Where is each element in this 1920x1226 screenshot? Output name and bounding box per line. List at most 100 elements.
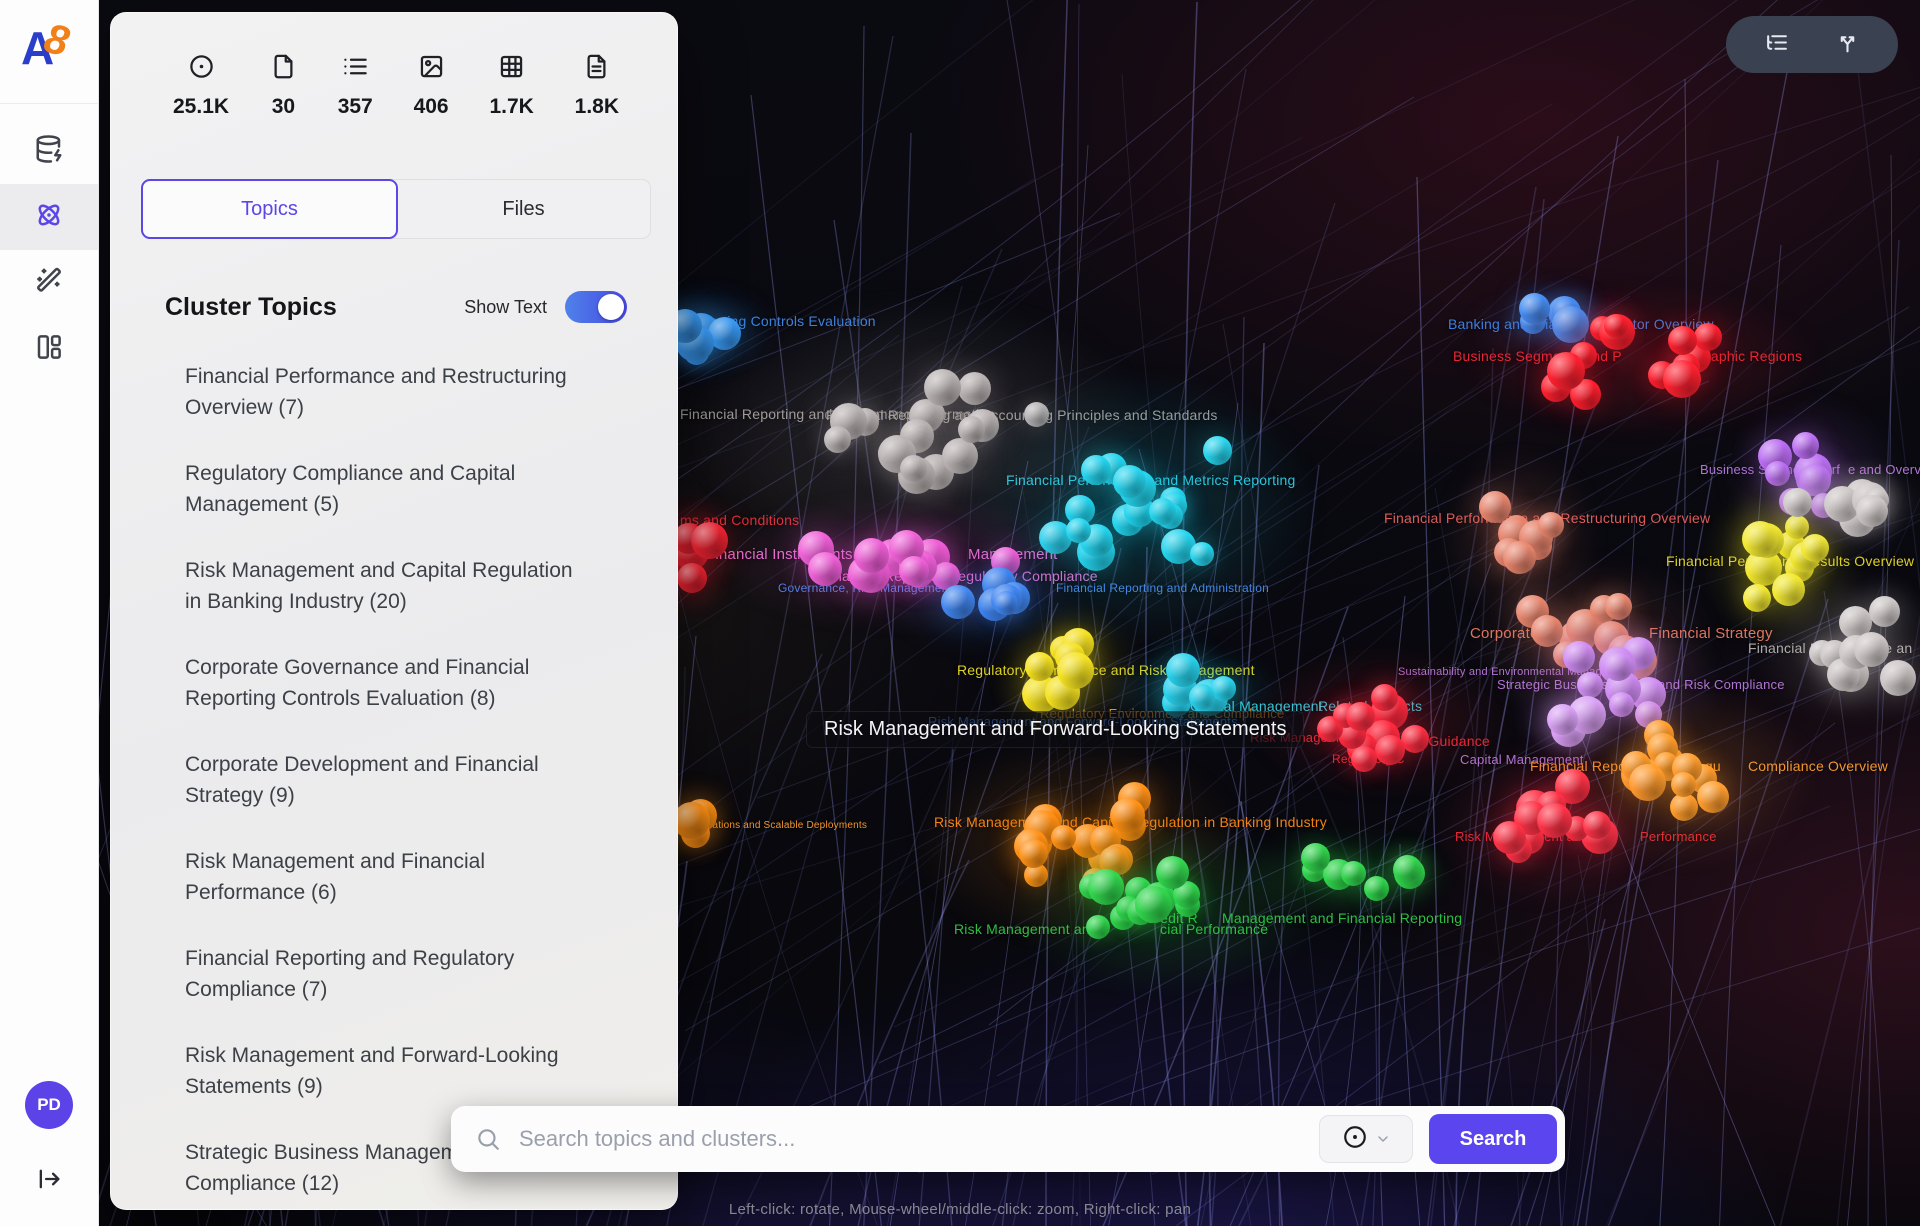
cluster-dot[interactable]	[824, 426, 851, 453]
cluster-dot[interactable]	[1364, 876, 1389, 901]
topic-list-item[interactable]: Risk Management and Forward-Looking Stat…	[185, 1040, 575, 1102]
cluster-dot[interactable]	[899, 556, 929, 586]
cluster-dot[interactable]	[900, 455, 927, 482]
cluster-topics-header: Cluster Topics Show Text	[165, 291, 627, 323]
cluster-dot[interactable]	[1401, 725, 1429, 753]
cluster-dot[interactable]	[1479, 491, 1511, 523]
cluster-dot[interactable]	[1051, 825, 1076, 850]
tab-files[interactable]: Files	[397, 180, 650, 238]
cluster-dot[interactable]	[1113, 465, 1146, 498]
cluster-dot[interactable]	[1519, 293, 1550, 324]
topic-list-item[interactable]: Financial Performance and Restructuring …	[185, 361, 575, 423]
split-branch-icon[interactable]	[1835, 30, 1860, 60]
cluster-dot[interactable]	[1346, 702, 1375, 731]
tab-topics[interactable]: Topics	[141, 179, 398, 239]
cluster-dot[interactable]	[1066, 518, 1091, 543]
cluster-dot[interactable]	[1371, 684, 1398, 711]
cluster-dot[interactable]	[677, 563, 707, 593]
cluster-dot[interactable]	[1351, 746, 1377, 772]
cluster-dot[interactable]	[808, 552, 842, 586]
app-logo[interactable]: A 8	[0, 0, 98, 104]
show-text-toggle[interactable]	[565, 291, 627, 323]
sidebar-item-data-sources[interactable]	[0, 118, 98, 184]
cluster-dot[interactable]	[1671, 772, 1696, 797]
cluster-dot[interactable]	[854, 538, 889, 573]
cluster-dot[interactable]	[1743, 584, 1771, 612]
cluster-dot[interactable]	[673, 802, 710, 839]
cluster-dot[interactable]	[941, 585, 975, 619]
list-tree-icon[interactable]	[1764, 30, 1789, 60]
sidebar-item-clusters[interactable]	[0, 184, 98, 250]
cluster-dot[interactable]	[1086, 915, 1110, 939]
cluster-dot[interactable]	[1609, 692, 1634, 717]
cluster-dot[interactable]	[1869, 596, 1900, 627]
cluster-dot[interactable]	[1668, 326, 1697, 355]
cluster-dot[interactable]	[1203, 436, 1232, 465]
topic-list-item[interactable]: Regulatory Compliance and Capital Manage…	[185, 458, 575, 520]
cluster-dot[interactable]	[1019, 839, 1048, 868]
cluster-dot[interactable]	[958, 416, 985, 443]
search-scope-dropdown[interactable]	[1319, 1115, 1413, 1163]
cluster-dot[interactable]	[1772, 573, 1805, 606]
cluster-dot[interactable]	[1663, 360, 1701, 398]
topic-list-item[interactable]: Risk Management and Capital Regulation i…	[185, 555, 575, 617]
cluster-dot[interactable]	[1166, 653, 1200, 687]
cluster-dot[interactable]	[1057, 652, 1094, 689]
cluster-dot[interactable]	[1785, 515, 1809, 539]
cluster-dot[interactable]	[958, 372, 991, 405]
stat-value: 406	[414, 95, 449, 119]
cluster-dot[interactable]	[1375, 735, 1405, 765]
cluster-dot[interactable]	[1856, 495, 1888, 527]
cluster-dot[interactable]	[1801, 534, 1829, 562]
cluster-dot[interactable]	[1880, 660, 1916, 696]
cluster-dot[interactable]	[1604, 314, 1628, 338]
cluster-dot[interactable]	[1563, 641, 1595, 673]
cluster-dot[interactable]	[1081, 455, 1111, 485]
cluster-dot[interactable]	[1149, 498, 1176, 525]
cluster-dot[interactable]	[942, 438, 978, 474]
topic-list-item[interactable]: Corporate Development and Financial Stra…	[185, 749, 575, 811]
cluster-dot[interactable]	[1765, 461, 1790, 486]
cluster-dot[interactable]	[924, 369, 961, 406]
cluster-dot[interactable]	[1135, 886, 1172, 923]
cluster-dot[interactable]	[1783, 488, 1812, 517]
cluster-dot[interactable]	[1552, 306, 1589, 343]
cluster-dot[interactable]	[1341, 861, 1366, 886]
cluster-dot[interactable]	[1670, 793, 1698, 821]
cluster-dot[interactable]	[1577, 672, 1603, 698]
cluster-dot[interactable]	[1629, 764, 1666, 801]
cluster-dot[interactable]	[1156, 856, 1189, 889]
cluster-dot[interactable]	[1024, 402, 1049, 427]
search-button[interactable]: Search	[1429, 1114, 1557, 1164]
cluster-dot[interactable]	[1583, 811, 1611, 839]
cluster-dot[interactable]	[1742, 521, 1778, 557]
cluster-dot[interactable]	[1694, 323, 1722, 351]
cluster-dot[interactable]	[1088, 869, 1124, 905]
cluster-dot[interactable]	[1547, 352, 1585, 390]
topic-list-item[interactable]: Risk Management and Financial Performanc…	[185, 846, 575, 908]
cluster-dot[interactable]	[1025, 652, 1054, 681]
cluster-dot[interactable]	[1538, 512, 1564, 538]
cluster-dot[interactable]	[1697, 781, 1729, 813]
cluster-dot[interactable]	[1301, 843, 1330, 872]
search-input[interactable]	[517, 1125, 1303, 1153]
cluster-dot[interactable]	[1603, 651, 1633, 681]
cluster-dot[interactable]	[994, 591, 1018, 615]
cluster-dot[interactable]	[1854, 632, 1889, 667]
cluster-dot[interactable]	[1493, 821, 1526, 854]
cluster-dot[interactable]	[1190, 542, 1214, 566]
cluster-dot[interactable]	[1537, 803, 1572, 838]
cluster-dot[interactable]	[1547, 704, 1578, 735]
cluster-dot[interactable]	[1189, 684, 1215, 710]
sidebar-item-dashboard[interactable]	[0, 316, 98, 382]
avatar[interactable]: PD	[25, 1081, 73, 1129]
topic-list-item[interactable]: Financial Reporting and Regulatory Compl…	[185, 943, 575, 1005]
cluster-dot[interactable]	[1605, 593, 1632, 620]
sidebar-item-enrichment[interactable]	[0, 250, 98, 316]
cluster-dot[interactable]	[1393, 855, 1422, 884]
cluster-dot[interactable]	[691, 522, 728, 559]
topic-list-item[interactable]: Corporate Governance and Financial Repor…	[185, 652, 575, 714]
cluster-dot[interactable]	[1503, 541, 1536, 574]
logout-button[interactable]	[35, 1165, 63, 1198]
cluster-dot[interactable]	[1792, 432, 1819, 459]
